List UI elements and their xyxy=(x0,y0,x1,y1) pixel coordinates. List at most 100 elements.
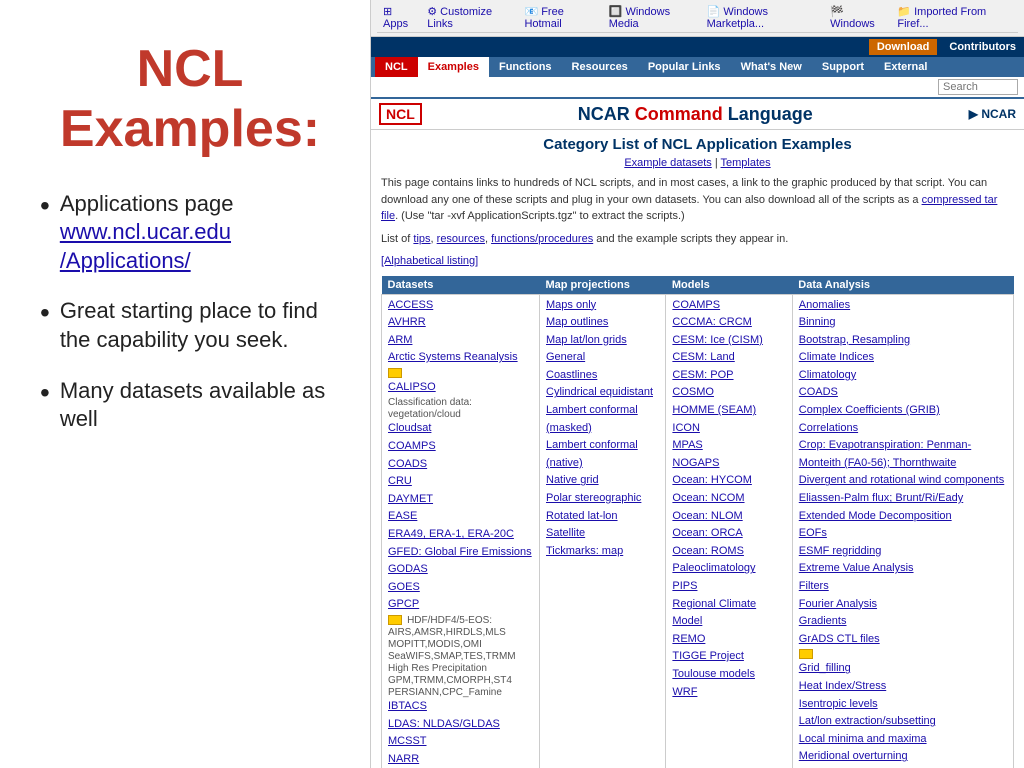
map-cylindrical[interactable]: Cylindrical equidistant xyxy=(546,384,659,402)
map-outlines[interactable]: Map outlines xyxy=(546,314,659,332)
map-tickmarks[interactable]: Tickmarks: map xyxy=(546,543,659,561)
map-lambert-native[interactable]: Lambert conformal (native) xyxy=(546,437,659,472)
model-nogaps[interactable]: NOGAPS xyxy=(672,455,785,473)
nav-tab-resources[interactable]: Resources xyxy=(562,57,638,77)
map-satellite[interactable]: Satellite xyxy=(546,525,659,543)
dataset-gpcp[interactable]: GPCP xyxy=(388,596,533,614)
bookmark-customize[interactable]: ⚙ Customize Links xyxy=(427,5,514,30)
analysis-latlon[interactable]: Lat/lon extraction/subsetting xyxy=(799,713,1007,731)
alphabetical-link[interactable]: [Alphabetical listing] xyxy=(381,255,478,267)
dataset-godas[interactable]: GODAS xyxy=(388,561,533,579)
bookmark-marketplace[interactable]: 📄 Windows Marketpla... xyxy=(707,5,821,30)
analysis-eliassen[interactable]: Eliassen-Palm flux; Brunt/Ri/Eady xyxy=(799,490,1007,508)
functions-link[interactable]: functions/procedures xyxy=(491,233,593,245)
model-regional[interactable]: Regional Climate Model xyxy=(672,596,785,631)
analysis-climate-indices[interactable]: Climate Indices xyxy=(799,349,1007,367)
contributors-link[interactable]: Contributors xyxy=(949,41,1016,53)
analysis-climatology[interactable]: Climatology xyxy=(799,367,1007,385)
templates-link[interactable]: Templates xyxy=(721,157,771,169)
model-cosmo[interactable]: COSMO xyxy=(672,384,785,402)
model-ncom[interactable]: Ocean: NCOM xyxy=(672,490,785,508)
dataset-access[interactable]: ACCESS xyxy=(388,297,533,315)
analysis-crop[interactable]: Crop: Evapotranspiration: Penman-Monteit… xyxy=(799,437,1007,472)
map-polar[interactable]: Polar stereographic xyxy=(546,490,659,508)
bookmark-imported[interactable]: 📁 Imported From Firef... xyxy=(897,5,1012,30)
model-cesm-pop[interactable]: CESM: POP xyxy=(672,367,785,385)
analysis-grid-filling[interactable]: Grid_filling xyxy=(799,660,1007,678)
dataset-cru[interactable]: CRU xyxy=(388,473,533,491)
analysis-extended[interactable]: Extended Mode Decomposition xyxy=(799,508,1007,526)
model-roms[interactable]: Ocean: ROMS xyxy=(672,543,785,561)
dataset-goes[interactable]: GOES xyxy=(388,579,533,597)
analysis-eofs[interactable]: EOFs xyxy=(799,525,1007,543)
dataset-era[interactable]: ERA49, ERA-1, ERA-20C xyxy=(388,526,533,544)
analysis-fourier[interactable]: Fourier Analysis xyxy=(799,596,1007,614)
tips-link[interactable]: tips xyxy=(413,233,430,245)
analysis-extreme[interactable]: Extreme Value Analysis xyxy=(799,560,1007,578)
model-cesm-ice[interactable]: CESM: Ice (CISM) xyxy=(672,332,785,350)
analysis-divergent[interactable]: Divergent and rotational wind components xyxy=(799,472,1007,490)
dataset-calipso[interactable]: CALIPSO xyxy=(388,379,533,397)
model-remo[interactable]: REMO xyxy=(672,631,785,649)
map-general[interactable]: General xyxy=(546,349,659,367)
nav-tab-examples[interactable]: Examples xyxy=(418,57,489,77)
map-latlon[interactable]: Map lat/lon grids xyxy=(546,332,659,350)
bookmark-media[interactable]: 🔲 Windows Media xyxy=(609,5,697,30)
resources-link[interactable]: resources xyxy=(437,233,485,245)
bookmark-windows[interactable]: 🏁 Windows xyxy=(830,5,887,30)
analysis-complex[interactable]: Complex Coefficients (GRIB) xyxy=(799,402,1007,420)
dataset-gfed[interactable]: GFED: Global Fire Emissions xyxy=(388,544,533,562)
model-wrf[interactable]: WRF xyxy=(672,684,785,702)
analysis-anomalies[interactable]: Anomalies xyxy=(799,297,1007,315)
analysis-gradients[interactable]: Gradients xyxy=(799,613,1007,631)
model-orca[interactable]: Ocean: ORCA xyxy=(672,525,785,543)
nav-tab-external[interactable]: External xyxy=(874,57,937,77)
dataset-arctic[interactable]: Arctic Systems Reanalysis xyxy=(388,349,533,367)
model-hycom[interactable]: Ocean: HYCOM xyxy=(672,472,785,490)
analysis-correlations[interactable]: Correlations xyxy=(799,420,1007,438)
map-coastlines[interactable]: Coastlines xyxy=(546,367,659,385)
model-nlom[interactable]: Ocean: NLOM xyxy=(672,508,785,526)
map-rotated[interactable]: Rotated lat-lon xyxy=(546,508,659,526)
model-icon[interactable]: ICON xyxy=(672,420,785,438)
bookmark-hotmail[interactable]: 📧 Free Hotmail xyxy=(524,5,598,30)
dataset-mcsst[interactable]: MCSST xyxy=(388,733,533,751)
dataset-ldas[interactable]: LDAS: NLDAS/GLDAS xyxy=(388,716,533,734)
map-lambert-masked[interactable]: Lambert conformal (masked) xyxy=(546,402,659,437)
analysis-esmf[interactable]: ESMF regridding xyxy=(799,543,1007,561)
model-cccma[interactable]: CCCMA: CRCM xyxy=(672,314,785,332)
model-tigge[interactable]: TIGGE Project xyxy=(672,648,785,666)
model-toulouse[interactable]: Toulouse models xyxy=(672,666,785,684)
model-cesm-land[interactable]: CESM: Land xyxy=(672,349,785,367)
analysis-binning[interactable]: Binning xyxy=(799,314,1007,332)
analysis-coads[interactable]: COADS xyxy=(799,384,1007,402)
bookmark-apps[interactable]: ⊞ Apps xyxy=(383,5,417,30)
analysis-filters[interactable]: Filters xyxy=(799,578,1007,596)
analysis-minmax[interactable]: Local minima and maxima xyxy=(799,731,1007,749)
model-coamps[interactable]: COAMPS xyxy=(672,297,785,315)
nav-tab-ncl[interactable]: NCL xyxy=(375,57,418,77)
model-mpas[interactable]: MPAS xyxy=(672,437,785,455)
analysis-isentropic[interactable]: Isentropic levels xyxy=(799,696,1007,714)
analysis-meridional[interactable]: Meridional overturning xyxy=(799,748,1007,766)
search-input[interactable] xyxy=(938,79,1018,95)
dataset-ease[interactable]: EASE xyxy=(388,508,533,526)
analysis-grads[interactable]: GrADS CTL files xyxy=(799,631,1007,649)
nav-tab-whatsnew[interactable]: What's New xyxy=(731,57,812,77)
dataset-cloudsat[interactable]: Cloudsat xyxy=(388,420,533,438)
dataset-avhrr[interactable]: AVHRR xyxy=(388,314,533,332)
nav-tab-popular[interactable]: Popular Links xyxy=(638,57,731,77)
model-pips[interactable]: PIPS xyxy=(672,578,785,596)
analysis-bootstrap[interactable]: Bootstrap, Resampling xyxy=(799,332,1007,350)
dataset-coads[interactable]: COADS xyxy=(388,456,533,474)
dataset-daymet[interactable]: DAYMET xyxy=(388,491,533,509)
map-mapsonly[interactable]: Maps only xyxy=(546,297,659,315)
ncl-link[interactable]: www.ncl.ucar.edu/Applications/ xyxy=(60,219,231,273)
dataset-ibtacs[interactable]: IBTACS xyxy=(388,698,533,716)
dataset-coamps[interactable]: COAMPS xyxy=(388,438,533,456)
dataset-narr[interactable]: NARR xyxy=(388,751,533,768)
model-homme[interactable]: HOMME (SEAM) xyxy=(672,402,785,420)
nav-tab-functions[interactable]: Functions xyxy=(489,57,562,77)
nav-tab-support[interactable]: Support xyxy=(812,57,874,77)
dataset-arm[interactable]: ARM xyxy=(388,332,533,350)
